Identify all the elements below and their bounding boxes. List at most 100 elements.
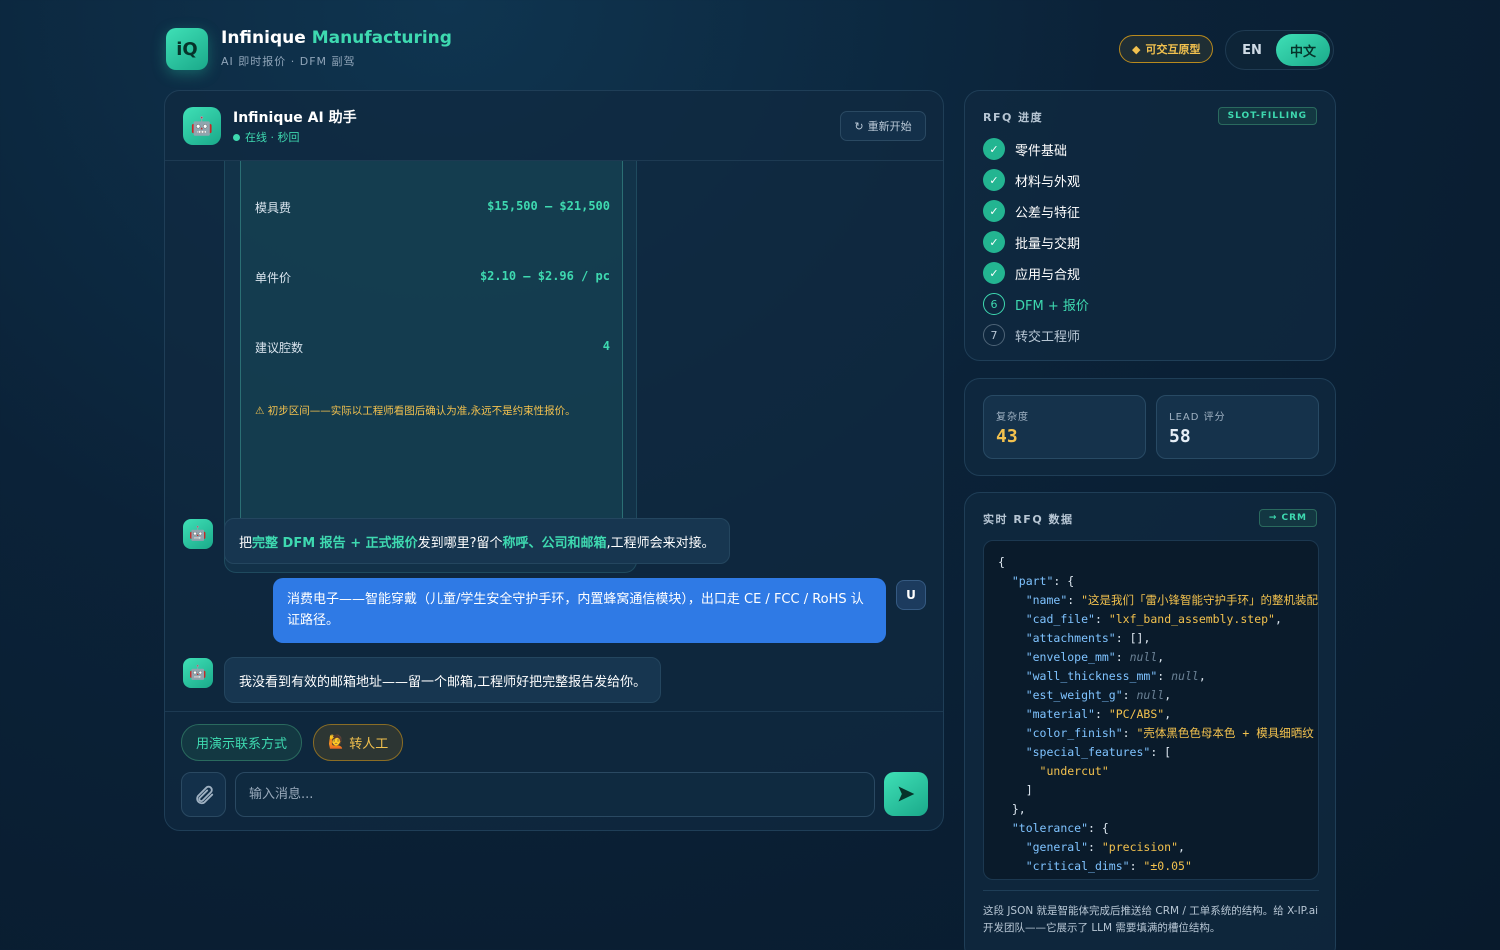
json-key: "tolerance" <box>1011 821 1089 835</box>
json-value: "这是我们「雷小锋智能守护手环」的整机装配 <box>1081 593 1319 607</box>
online-dot-icon <box>233 133 240 141</box>
prototype-badge: ◆ 可交互原型 <box>1119 35 1214 63</box>
progress-step-active: 6 DFM + 报价 <box>983 293 1089 315</box>
metric-label: LEAD 评分 <box>1169 412 1226 423</box>
lead-score-metric: LEAD 评分 58 <box>1156 395 1319 459</box>
step-label: 应用与合规 <box>1015 267 1081 283</box>
quote-message: 模具费 $15,500 – $21,500 单件价 $2.10 – $2.96 … <box>224 161 637 573</box>
quote-row-value: $15,500 – $21,500 <box>487 199 610 213</box>
check-icon: ✓ <box>983 138 1005 160</box>
json-value: "undercut" <box>1039 764 1109 778</box>
user-avatar: U <box>896 580 926 610</box>
json-key: "part" <box>1011 574 1054 588</box>
json-key: "general" <box>1025 840 1089 854</box>
metric-value: 43 <box>996 426 1018 447</box>
bot-message: 把完整 DFM 报告 + 正式报价 发到哪里?留个 称呼、公司和邮箱 ,工程师会来对接… <box>224 518 730 564</box>
brand-name-primary: Infinique <box>221 28 306 48</box>
robot-icon: 🤖 <box>183 107 221 145</box>
prototype-badge-label: 可交互原型 <box>1145 43 1201 56</box>
step-label: DFM + 报价 <box>1015 298 1089 314</box>
message-text: ,工程师会来对接。 <box>606 535 715 551</box>
message-highlight: 完整 DFM 报告 + 正式报价 <box>252 535 418 551</box>
composer: 用演示联系方式 🙋 转人工 <box>165 711 943 830</box>
attach-button[interactable] <box>181 772 226 817</box>
json-line: }, <box>1011 802 1026 816</box>
robot-icon: 🤖 <box>183 519 213 549</box>
send-icon <box>898 786 915 802</box>
check-icon: ✓ <box>983 200 1005 222</box>
message-input[interactable] <box>235 772 875 817</box>
person-icon: 🙋 <box>328 735 345 750</box>
bot-message: 我没看到有效的邮箱地址——留一个邮箱,工程师好把完整报告发给你。 <box>224 657 662 703</box>
json-value: "PC/ABS" <box>1108 707 1165 721</box>
progress-step: ✓ 材料与外观 <box>983 169 1080 191</box>
json-key: "wall_thickness_mm" <box>1025 669 1158 683</box>
diamond-icon: ◆ <box>1132 42 1141 56</box>
json-value: "precision" <box>1101 840 1179 854</box>
step-label: 材料与外观 <box>1015 174 1081 190</box>
slot-filling-tag: SLOT-FILLING <box>1217 107 1317 125</box>
brand-logo: iQ <box>166 28 208 70</box>
check-icon: ✓ <box>983 169 1005 191</box>
json-key: "critical_dims" <box>1025 859 1130 873</box>
message-list[interactable]: 模具费 $15,500 – $21,500 单件价 $2.10 – $2.96 … <box>165 161 943 711</box>
step-number: 7 <box>983 324 1005 346</box>
refresh-icon: ↻ <box>854 119 864 133</box>
lang-option-zh[interactable]: 中文 <box>1276 34 1330 66</box>
message-highlight: 称呼、公司和邮箱 <box>502 535 607 551</box>
send-button[interactable] <box>884 772 928 816</box>
check-icon: ✓ <box>983 262 1005 284</box>
json-line: ] <box>1025 783 1033 797</box>
quote-row-label: 模具费 <box>255 201 292 215</box>
step-number: 6 <box>983 293 1005 315</box>
json-value: null <box>1136 688 1165 702</box>
progress-step: ✓ 应用与合规 <box>983 262 1080 284</box>
json-key: "name" <box>1025 593 1068 607</box>
step-label: 转交工程师 <box>1015 329 1081 345</box>
step-label: 公差与特征 <box>1015 205 1081 221</box>
json-value: null <box>1171 669 1199 683</box>
restart-button[interactable]: ↻ 重新开始 <box>840 111 926 141</box>
json-key: "cad_file" <box>1025 612 1095 626</box>
paperclip-icon <box>195 785 213 804</box>
transfer-to-human-label: 转人工 <box>349 737 389 752</box>
json-value: null <box>1129 650 1158 664</box>
check-icon: ✓ <box>983 231 1005 253</box>
crm-tag[interactable]: → CRM <box>1258 509 1317 527</box>
quote-row-label: 建议腔数 <box>255 341 304 355</box>
json-key: "envelope_mm" <box>1025 650 1116 664</box>
metric-value: 58 <box>1169 426 1191 447</box>
lang-option-en[interactable]: EN <box>1232 36 1272 64</box>
brand-tagline: AI 即时报价 · DFM 副驾 <box>221 55 356 68</box>
json-value: "壳体黑色色母本色 + 模具细晒纹 <box>1136 726 1314 740</box>
quote-row-value: $2.10 – $2.96 / pc <box>479 269 610 283</box>
user-message: 消费电子——智能穿戴（儿童/学生安全守护手环，内置蜂窝通信模块），出口走 CE … <box>273 578 886 643</box>
robot-icon: 🤖 <box>183 658 213 688</box>
metrics-panel: 复杂度 43 LEAD 评分 58 <box>964 378 1336 476</box>
use-demo-contact-button[interactable]: 用演示联系方式 <box>181 724 303 761</box>
progress-step: ✓ 公差与特征 <box>983 200 1080 222</box>
chat-title: Infinique AI 助手 <box>233 110 357 126</box>
brand-name: Infinique Manufacturing <box>221 28 452 48</box>
progress-step: ✓ 零件基础 <box>983 138 1067 160</box>
chat-status: 在线 · 秒回 <box>233 129 300 145</box>
rfq-json-viewer[interactable]: { "part": { "name": "这是我们「雷小锋智能守护手环」的整机装… <box>983 540 1319 880</box>
rfq-data-title: 实时 RFQ 数据 <box>983 513 1074 526</box>
app-header: iQ Infinique Manufacturing AI 即时报价 · DFM… <box>166 28 1334 72</box>
message-text: 把 <box>239 535 253 551</box>
step-label: 零件基础 <box>1015 143 1068 159</box>
quote-card: 模具费 $15,500 – $21,500 单件价 $2.10 – $2.96 … <box>240 161 623 542</box>
progress-step-pending: 7 转交工程师 <box>983 324 1080 346</box>
language-switch: EN 中文 <box>1225 30 1334 70</box>
json-value: [] <box>1129 631 1144 645</box>
json-key: "attachments" <box>1025 631 1116 645</box>
chat-status-text: 在线 · 秒回 <box>245 131 300 144</box>
json-value: "±0.05" <box>1143 859 1192 873</box>
json-explanation: 这段 JSON 就是智能体完成后推送给 CRM / 工单系统的结构。给 X-IP… <box>983 890 1319 937</box>
json-key: "material" <box>1025 707 1095 721</box>
step-label: 批量与交期 <box>1015 236 1081 252</box>
transfer-to-human-button[interactable]: 🙋 转人工 <box>313 724 404 761</box>
json-key: "est_weight_g" <box>1025 688 1123 702</box>
json-key: "color_finish" <box>1025 726 1123 740</box>
complexity-metric: 复杂度 43 <box>983 395 1146 459</box>
